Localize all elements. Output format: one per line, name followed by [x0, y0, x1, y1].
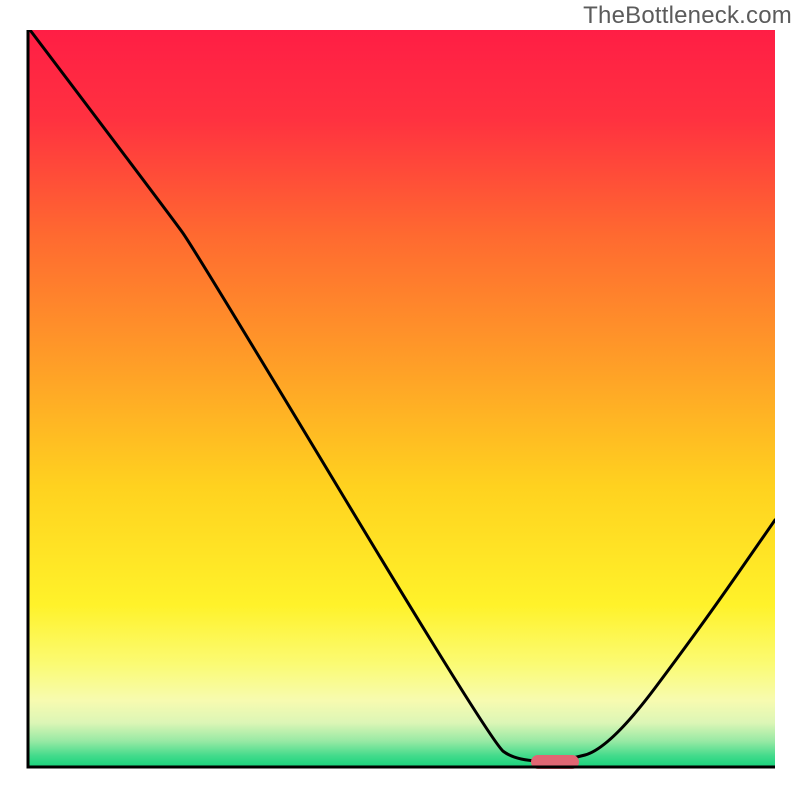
bottleneck-chart: [0, 0, 800, 800]
chart-stage: TheBottleneck.com: [0, 0, 800, 800]
watermark-text: TheBottleneck.com: [583, 2, 792, 30]
plot-background: [28, 30, 775, 767]
